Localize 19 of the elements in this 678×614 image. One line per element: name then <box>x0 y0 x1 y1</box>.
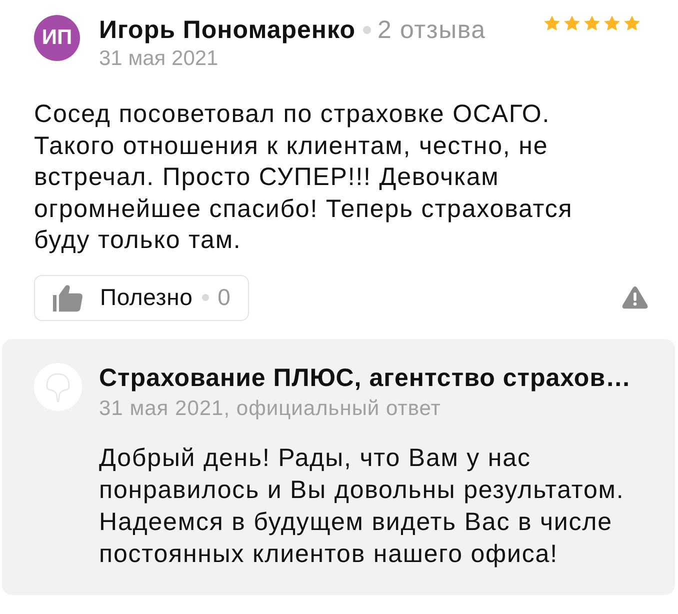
star-icon <box>564 15 580 31</box>
reply-meta: 31 мая 2021, официальный ответ <box>99 396 441 420</box>
warning-icon[interactable] <box>622 286 648 309</box>
company-logo-icon <box>34 362 82 410</box>
star-icon <box>624 15 640 31</box>
dot-icon <box>202 294 209 301</box>
user-avatar: ИП <box>34 15 80 61</box>
review-text: Сосед посоветовал по страховке ОСАГО. Такого отношения к клиентам, честно, не встречал. Просто СУПЕР!!! Девочкам огромнейшее спасибо! Теперь страховатся буду только там. <box>34 99 574 256</box>
thumb-up-icon <box>53 284 83 312</box>
star-icon <box>584 15 600 31</box>
author-name[interactable]: Игорь Пономаренко <box>99 15 356 45</box>
review-count: 2 отзыва <box>378 15 486 45</box>
reply-text: Добрый день! Рады, что Вам у нас понравилось и Вы довольны результатом. Надеемся в будущем видеть Вас в числе постоянных клиентов нашего офиса! <box>99 442 624 570</box>
review-date: 31 мая 2021 <box>99 47 218 71</box>
helpful-button[interactable]: Полезно 0 <box>34 274 249 320</box>
star-icon <box>544 15 560 31</box>
company-name[interactable]: Страхование ПЛЮС, агентство страхов… <box>99 362 632 392</box>
star-icon <box>604 15 620 31</box>
dot-icon <box>362 26 370 34</box>
